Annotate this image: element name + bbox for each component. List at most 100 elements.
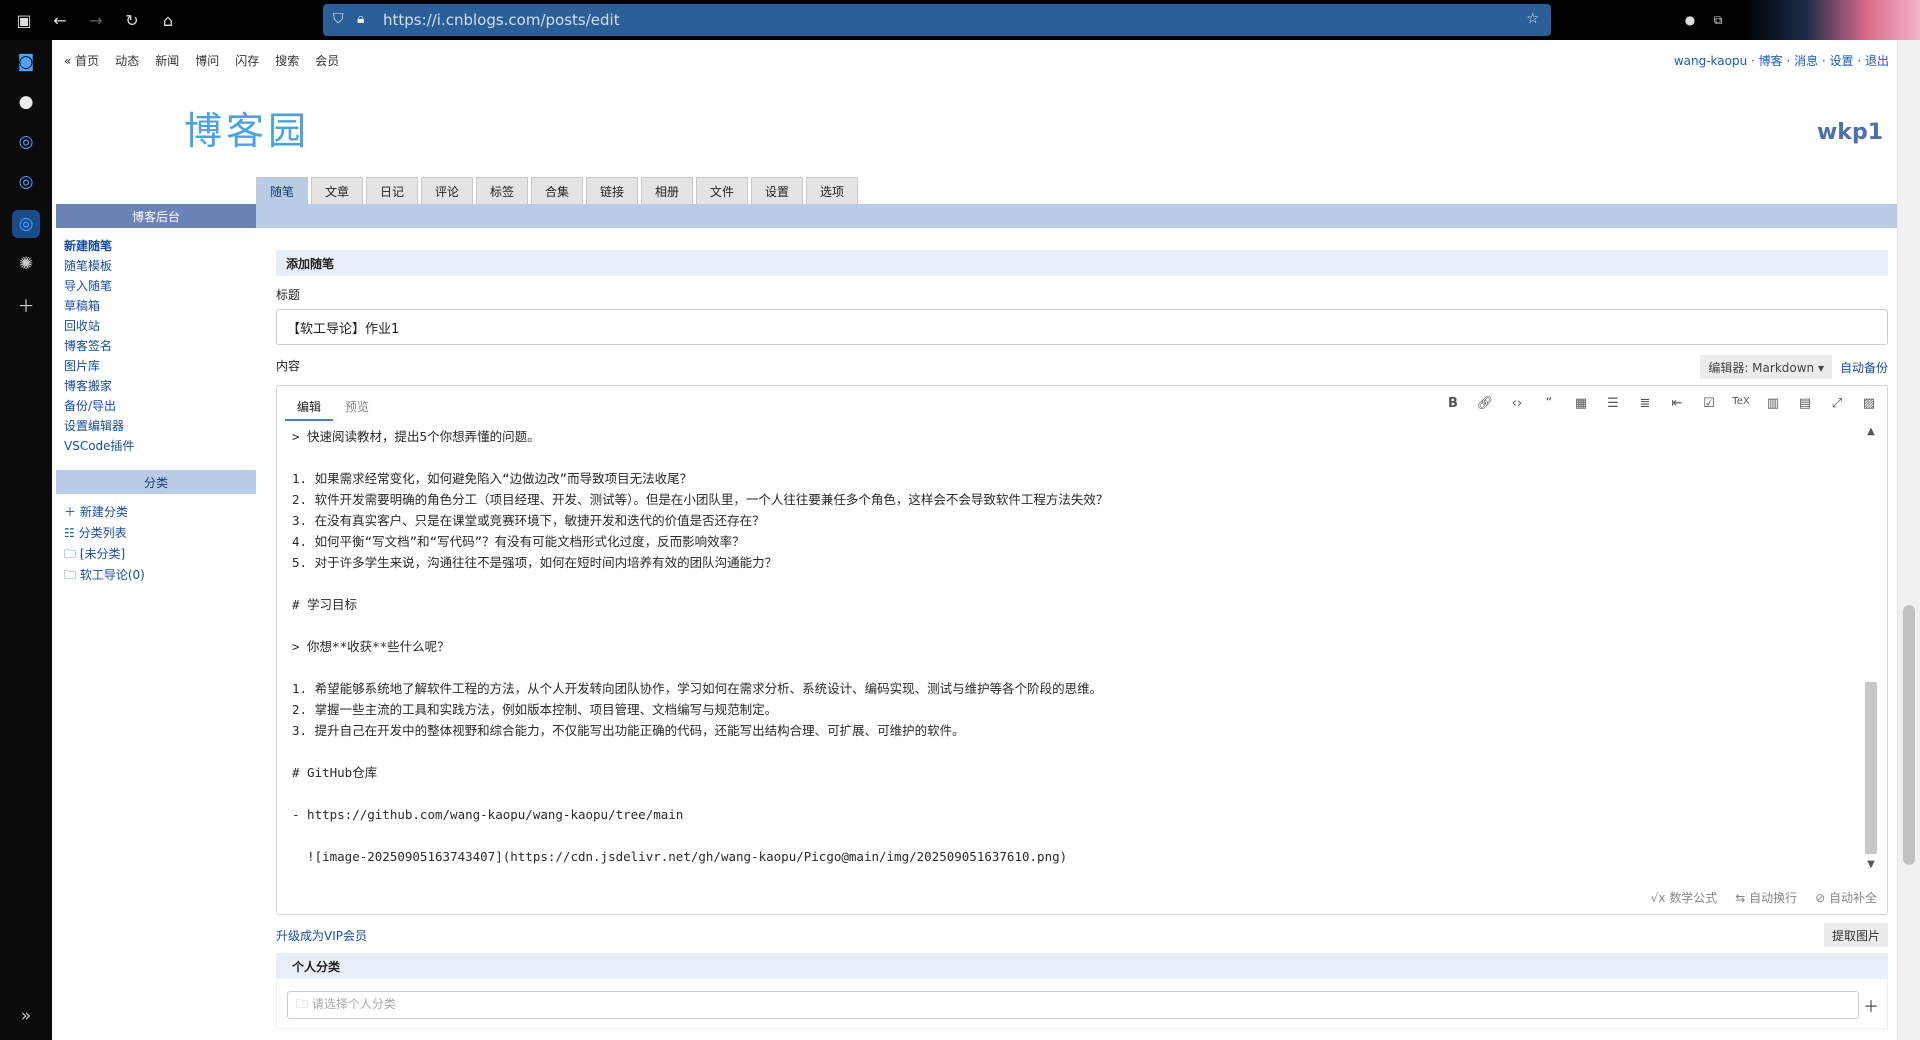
menu-blog-move[interactable]: 博客搬家	[64, 376, 248, 396]
editor-line[interactable]: 2. 软件开发需要明确的角色分工（项目经理、开发、测试等）。但是在小团队里，一个…	[292, 489, 1847, 510]
tab-tags[interactable]: 标签	[476, 177, 528, 204]
editor-line[interactable]: - https://github.com/wang-kaopu/wang-kao…	[292, 804, 1847, 825]
tab-comments[interactable]: 评论	[421, 177, 473, 204]
editor-line[interactable]	[292, 657, 1847, 678]
tab-files[interactable]: 文件	[696, 177, 748, 204]
nav-search[interactable]: 搜索	[275, 52, 299, 69]
ordered-list-icon[interactable]: ≣	[1635, 396, 1655, 411]
fullscreen-icon[interactable]: ⤢	[1827, 396, 1847, 411]
tab-settings[interactable]: 设置	[751, 177, 803, 204]
checkbox-icon[interactable]: ☑	[1699, 396, 1719, 411]
menu-image-library[interactable]: 图片库	[64, 356, 248, 376]
editor-line[interactable]: 2. 掌握一些主流的工具和实践方法，例如版本控制、项目管理、文档编写与规范制定。	[292, 699, 1847, 720]
scroll-down-icon[interactable]: ▼	[1863, 859, 1879, 870]
editor-line[interactable]	[292, 741, 1847, 762]
username-link[interactable]: wang-kaopu	[1674, 54, 1747, 68]
nav-ing[interactable]: 闪存	[235, 52, 259, 69]
image-icon[interactable]: ▨	[1859, 396, 1879, 411]
indent-icon[interactable]: ⇤	[1667, 396, 1687, 411]
forward-icon[interactable]: →	[80, 4, 112, 36]
nav-member[interactable]: 会员	[315, 52, 339, 69]
vip-link[interactable]: 升级成为VIP会员	[276, 927, 367, 944]
columns-icon[interactable]: ▥	[1763, 396, 1783, 411]
editor-line[interactable]: 4. 如何平衡“写文档”和“写代码”？有没有可能文档形式化过度，反而影响效率？	[292, 531, 1847, 552]
menu-backup-export[interactable]: 备份/导出	[64, 396, 248, 416]
scrollbar-thumb[interactable]	[1903, 605, 1915, 865]
nav-dynamic[interactable]: 动态	[115, 52, 139, 69]
home-icon[interactable]: ⌂	[152, 4, 184, 36]
link-icon[interactable]: 🔗︎	[1475, 396, 1495, 411]
menu-signature[interactable]: 博客签名	[64, 336, 248, 356]
menu-import-post[interactable]: 导入随笔	[64, 276, 248, 296]
nav-home[interactable]: « 首页	[64, 52, 99, 69]
tab-posts[interactable]: 随笔	[256, 177, 308, 204]
add-category-icon[interactable]: ＋	[1863, 993, 1879, 1017]
editor-line[interactable]	[292, 615, 1847, 636]
tab-preview[interactable]: 预览	[333, 394, 381, 421]
editor-line[interactable]: 5. 对于许多学生来说，沟通往往不是强项，如何在短时间内培养有效的团队沟通能力？	[292, 552, 1847, 573]
tab-diary[interactable]: 日记	[366, 177, 418, 204]
bullet-list-icon[interactable]: ☰	[1603, 396, 1623, 411]
auto-backup-link[interactable]: 自动备份	[1840, 359, 1888, 376]
title-input[interactable]: 【软工导论】作业1	[276, 309, 1888, 345]
math-formula-toggle[interactable]: √x 数学公式	[1651, 889, 1718, 906]
editor-line[interactable]	[292, 783, 1847, 804]
sidebar-toggle-icon[interactable]: ▣	[8, 4, 40, 36]
category-list-link[interactable]: ☷ 分类列表	[64, 523, 248, 544]
app-icon-2[interactable]: ◎	[12, 168, 40, 196]
page-scrollbar[interactable]	[1897, 40, 1920, 1040]
category-item[interactable]: 🗀 软工导论(0)	[64, 565, 248, 586]
nav-qa[interactable]: 博问	[195, 52, 219, 69]
editor-line[interactable]: 1. 希望能够系统地了解软件工程的方法，从个人开发转向团队协作，学习如何在需求分…	[292, 678, 1847, 699]
editor-line[interactable]: ![image-20250905163743407](https://cdn.j…	[292, 846, 1847, 866]
code-icon[interactable]: ‹›	[1507, 396, 1527, 411]
account-icon[interactable]: ●	[1676, 13, 1704, 27]
reload-icon[interactable]: ↻	[116, 4, 148, 36]
bookmark-star-icon[interactable]: ☆	[1526, 11, 1539, 27]
editor-line[interactable]: # GitHub仓库	[292, 762, 1847, 783]
editor-line[interactable]	[292, 447, 1847, 468]
tex-icon[interactable]: TeX	[1731, 396, 1751, 411]
menu-editor-settings[interactable]: 设置编辑器	[64, 416, 248, 436]
word-wrap-toggle[interactable]: ⇆ 自动换行	[1735, 889, 1797, 906]
save-icon[interactable]: ▤	[1795, 396, 1815, 411]
chatgpt-icon[interactable]: ✺	[12, 250, 40, 278]
editor-line[interactable]: 1. 如果需求经常变化，如何避免陷入“边做边改”而导致项目无法收尾？	[292, 468, 1847, 489]
expand-icon[interactable]: »	[12, 1002, 40, 1030]
nav-news[interactable]: 新闻	[155, 52, 179, 69]
menu-vscode-plugin[interactable]: VSCode插件	[64, 436, 248, 456]
tab-links[interactable]: 链接	[586, 177, 638, 204]
fetch-image-button[interactable]: 提取图片	[1823, 923, 1888, 947]
quote-icon[interactable]: “	[1539, 396, 1559, 411]
menu-recycle-bin[interactable]: 回收站	[64, 316, 248, 336]
tab-options[interactable]: 选项	[806, 177, 858, 204]
editor-text-area[interactable]: > 快速阅读教材，提出5个你想弄懂的问题。 1. 如果需求经常变化，如何避免陷入“…	[278, 426, 1861, 866]
menu-new-post[interactable]: 新建随笔	[64, 236, 248, 256]
editor-scrollbar[interactable]: ▲ ▼	[1863, 426, 1879, 870]
active-app-icon[interactable]: ◎	[12, 210, 40, 238]
editor-line[interactable]: > 快速阅读教材，提出5个你想弄懂的问题。	[292, 426, 1847, 447]
extensions-icon[interactable]: ⧉	[1704, 13, 1732, 28]
scroll-up-icon[interactable]: ▲	[1863, 426, 1879, 437]
site-logo[interactable]: 博客园	[184, 100, 310, 155]
tab-articles[interactable]: 文章	[311, 177, 363, 204]
tab-collections[interactable]: 合集	[531, 177, 583, 204]
back-icon[interactable]: ←	[44, 4, 76, 36]
blog-name[interactable]: wkp1	[1817, 120, 1883, 145]
github-icon[interactable]: ●	[12, 88, 40, 116]
editor-line[interactable]: 3. 在没有真实客户、只是在课堂或竞赛环境下，敏捷开发和迭代的价值是否还存在？	[292, 510, 1847, 531]
app-icon[interactable]: ◎	[12, 128, 40, 156]
tab-edit[interactable]: 编辑	[285, 394, 334, 421]
editor-line[interactable]: > 你想**收获**些什么呢？	[292, 636, 1847, 657]
editor-line[interactable]	[292, 825, 1847, 846]
table-icon[interactable]: ▦	[1571, 396, 1591, 411]
user-action-links[interactable]: · 博客 · 消息 · 设置 · 退出	[1751, 54, 1889, 68]
add-icon[interactable]: ＋	[12, 290, 40, 318]
address-bar[interactable]: ⛉ 🔒︎ https://i.cnblogs.com/posts/edit ☆	[323, 4, 1551, 36]
editor-line[interactable]: 3. 提升自己在开发中的整体视野和综合能力，不仅能写出功能正确的代码，还能写出结…	[292, 720, 1847, 741]
menu-drafts[interactable]: 草稿箱	[64, 296, 248, 316]
bilibili-icon[interactable]: ◙	[12, 48, 40, 76]
autocomplete-toggle[interactable]: ⊘ 自动补全	[1815, 889, 1877, 906]
tab-albums[interactable]: 相册	[641, 177, 693, 204]
category-select-input[interactable]: 🗀 请选择个人分类	[287, 991, 1859, 1019]
